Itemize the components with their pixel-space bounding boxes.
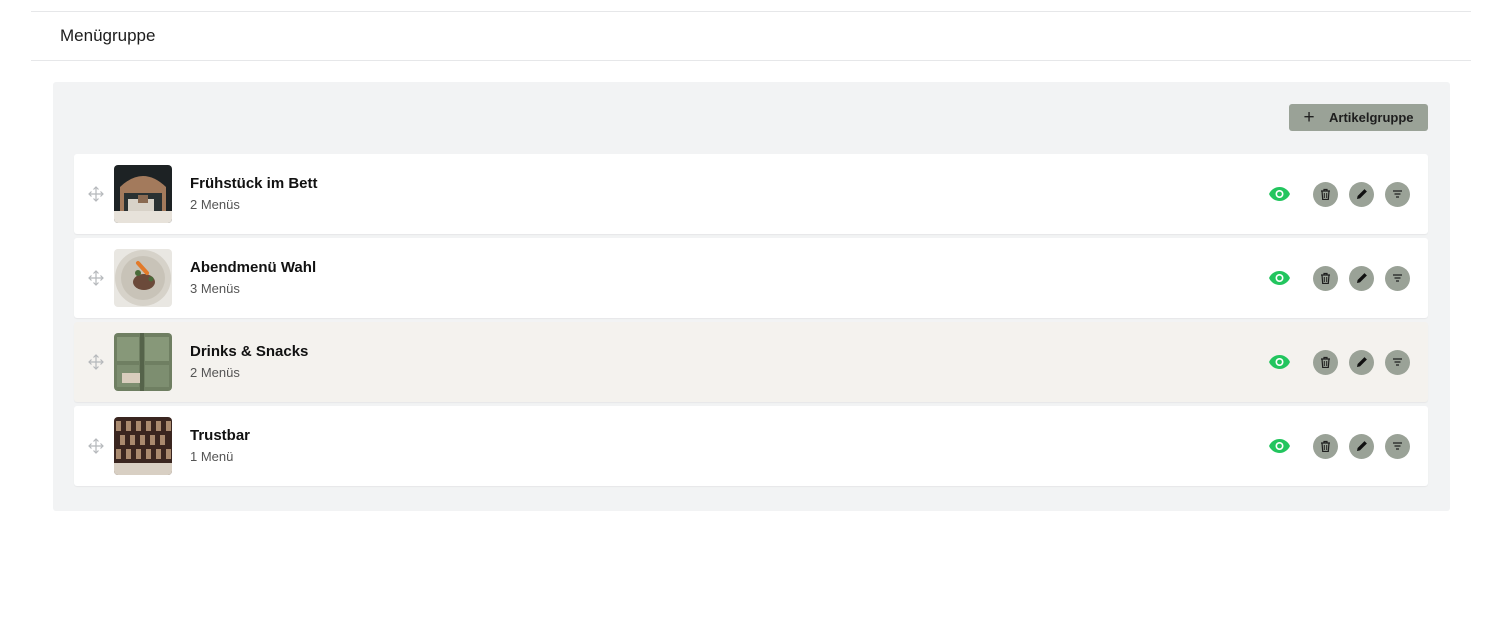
group-name: Abendmenü Wahl: [190, 259, 317, 276]
list-item[interactable]: Drinks & Snacks 2 Menüs: [74, 322, 1428, 402]
list-sort-icon: [1393, 442, 1402, 450]
visible-eye-icon[interactable]: [1268, 181, 1290, 207]
sort-button[interactable]: [1385, 433, 1410, 459]
drag-handle-icon[interactable]: [88, 270, 104, 286]
pencil-icon: [1356, 441, 1367, 451]
add-article-group-label: Artikelgruppe: [1329, 110, 1414, 125]
list-item[interactable]: Frühstück im Bett 2 Menüs: [74, 154, 1428, 234]
group-name: Trustbar: [190, 427, 251, 444]
plated-dish-image: [114, 249, 172, 307]
list-item[interactable]: Abendmenü Wahl 3 Menüs: [74, 238, 1428, 318]
delete-button[interactable]: [1313, 181, 1338, 207]
pencil-icon: [1356, 357, 1367, 367]
visible-eye-icon[interactable]: [1268, 433, 1290, 459]
group-count: 2 Menüs: [190, 365, 240, 380]
row-actions: [1268, 433, 1410, 459]
row-actions: [1268, 181, 1410, 207]
page-header: Menügruppe: [31, 12, 1471, 61]
delete-button[interactable]: [1313, 265, 1338, 291]
drag-handle-icon[interactable]: [88, 438, 104, 454]
add-article-group-button[interactable]: + Artikelgruppe: [1289, 104, 1428, 131]
list-sort-icon: [1393, 190, 1402, 198]
group-name: Drinks & Snacks: [190, 343, 309, 360]
edit-button[interactable]: [1349, 265, 1374, 291]
trash-icon: [1321, 440, 1330, 452]
wine-rack-image: [114, 417, 172, 475]
green-tiles-image: [114, 333, 172, 391]
list-item[interactable]: Trustbar 1 Menü: [74, 406, 1428, 486]
group-panel: + Artikelgruppe Frühstück im Bett 2 Menü…: [53, 82, 1450, 511]
edit-button[interactable]: [1349, 433, 1374, 459]
drag-handle-icon[interactable]: [88, 186, 104, 202]
row-actions: [1268, 349, 1410, 375]
edit-button[interactable]: [1349, 349, 1374, 375]
sort-button[interactable]: [1385, 265, 1410, 291]
sort-button[interactable]: [1385, 349, 1410, 375]
group-name: Frühstück im Bett: [190, 175, 318, 192]
pencil-icon: [1356, 273, 1367, 283]
edit-button[interactable]: [1349, 181, 1374, 207]
list-sort-icon: [1393, 274, 1402, 282]
visible-eye-icon[interactable]: [1268, 265, 1290, 291]
delete-button[interactable]: [1313, 433, 1338, 459]
group-count: 1 Menü: [190, 449, 234, 464]
group-count: 3 Menüs: [190, 281, 240, 296]
group-list: Frühstück im Bett 2 Menüs Abendmenü Wahl…: [74, 154, 1428, 490]
drag-handle-icon[interactable]: [88, 354, 104, 370]
plus-icon: +: [1303, 107, 1315, 128]
breakfast-room-image: [114, 165, 172, 223]
trash-icon: [1321, 356, 1330, 368]
delete-button[interactable]: [1313, 349, 1338, 375]
page-title: Menügruppe: [60, 26, 156, 45]
pencil-icon: [1356, 189, 1367, 199]
group-count: 2 Menüs: [190, 197, 240, 212]
sort-button[interactable]: [1385, 181, 1410, 207]
visible-eye-icon[interactable]: [1268, 349, 1290, 375]
row-actions: [1268, 265, 1410, 291]
trash-icon: [1321, 272, 1330, 284]
trash-icon: [1321, 188, 1330, 200]
list-sort-icon: [1393, 358, 1402, 366]
